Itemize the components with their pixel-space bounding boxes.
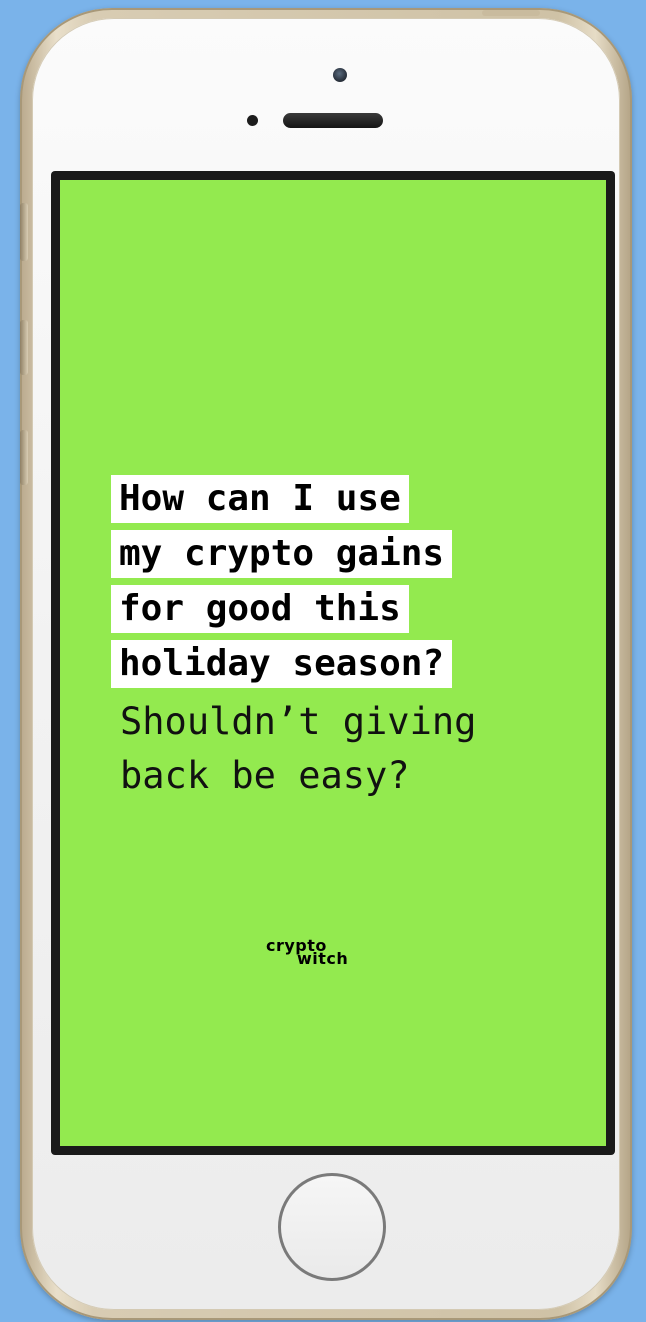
headline-line: my crypto gains — [111, 530, 453, 578]
front-camera-icon — [333, 68, 347, 82]
headline-block: How can I use my crypto gains for good t… — [111, 475, 591, 803]
cryptowitch-logo: crypto witch — [266, 936, 406, 980]
headline-line: holiday season? — [111, 640, 453, 688]
headline-line: How can I use — [111, 475, 409, 523]
logo-word-witch: witch — [297, 949, 349, 968]
subtext-line: Shouldn’t giving — [120, 700, 477, 743]
earpiece-speaker-icon — [283, 113, 383, 128]
power-button[interactable] — [482, 10, 540, 16]
volume-up-button[interactable] — [20, 320, 28, 375]
screen-content: How can I use my crypto gains for good t… — [60, 180, 606, 1146]
mute-switch[interactable] — [20, 203, 28, 261]
screen: How can I use my crypto gains for good t… — [51, 171, 615, 1155]
home-button-icon[interactable] — [278, 1173, 386, 1281]
subtext-line: back be easy? — [120, 754, 410, 797]
proximity-sensor-icon — [247, 115, 258, 126]
headline-line: for good this — [111, 585, 409, 633]
volume-down-button[interactable] — [20, 430, 28, 485]
